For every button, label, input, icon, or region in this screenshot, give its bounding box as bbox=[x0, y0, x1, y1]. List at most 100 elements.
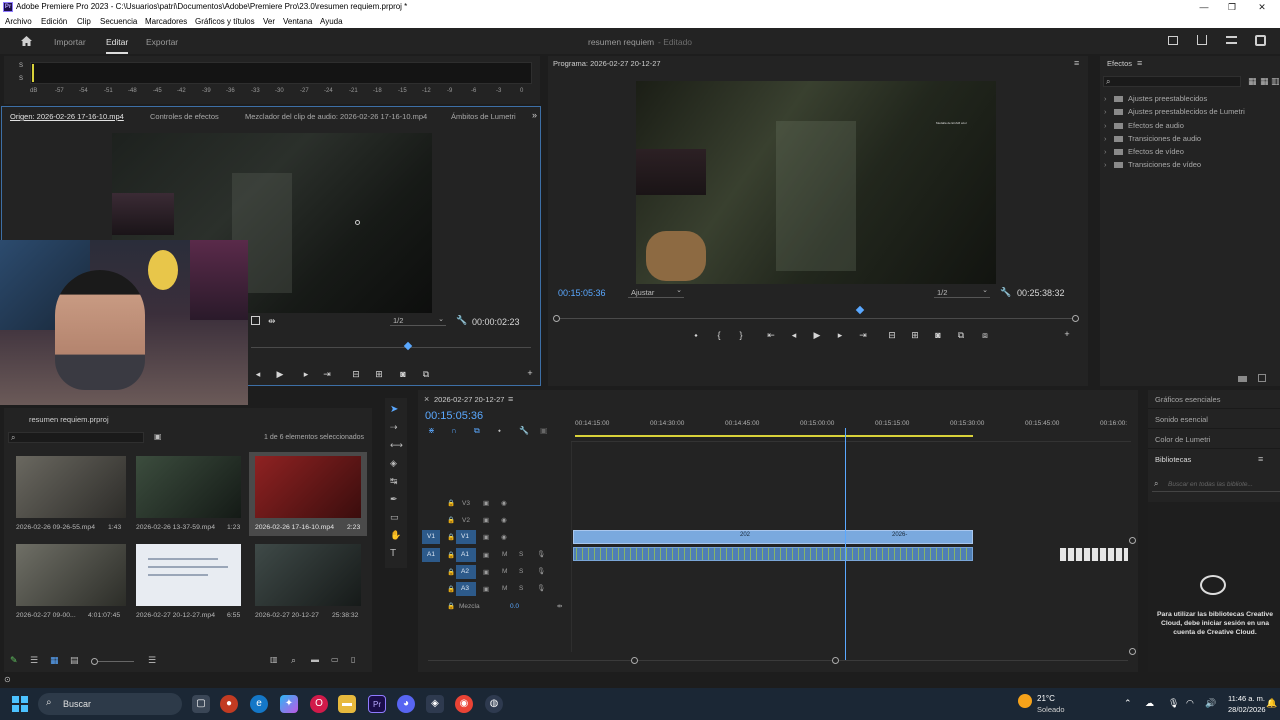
share-icon[interactable] bbox=[1197, 35, 1207, 45]
razor-tool-icon[interactable]: ◈ bbox=[390, 458, 397, 469]
linked-selection-icon[interactable]: ⧉ bbox=[474, 426, 480, 436]
vertical-scroll-handle[interactable] bbox=[1129, 648, 1136, 655]
tab-source[interactable]: Origen: 2026-02-26 17-16-10.mp4 bbox=[10, 112, 124, 121]
edge-icon[interactable]: e bbox=[250, 695, 268, 713]
menu-graficos[interactable]: Gráficos y títulos bbox=[195, 17, 255, 26]
source-playhead[interactable] bbox=[403, 341, 413, 351]
copilot-icon[interactable]: ✦ bbox=[280, 695, 298, 713]
menu-archivo[interactable]: Archivo bbox=[5, 17, 32, 26]
maximize-button[interactable]: ❐ bbox=[1218, 0, 1246, 15]
close-tab-icon[interactable]: × bbox=[424, 394, 429, 404]
panel-menu-icon[interactable]: ≡ bbox=[508, 394, 513, 404]
icon-view-icon[interactable]: ▦ bbox=[50, 655, 59, 666]
tab-effect-controls[interactable]: Controles de efectos bbox=[150, 112, 219, 121]
eye-icon[interactable]: ◉ bbox=[501, 516, 507, 524]
wifi-icon[interactable]: ◠ bbox=[1186, 698, 1194, 709]
mute-button[interactable]: M bbox=[502, 551, 507, 558]
zoom-handle-right[interactable] bbox=[832, 657, 839, 664]
tab-exportar[interactable]: Exportar bbox=[146, 37, 178, 47]
track-select-tool-icon[interactable]: ⇢ bbox=[390, 422, 398, 433]
sequence-tab[interactable]: 2026-02-27 20-12-27 bbox=[434, 395, 504, 404]
microphone-icon[interactable]: 🎙 bbox=[537, 584, 545, 592]
selection-tool-icon[interactable]: ➤ bbox=[390, 404, 398, 415]
add-button-icon[interactable]: + bbox=[523, 368, 537, 378]
menu-marcadores[interactable]: Marcadores bbox=[145, 17, 187, 26]
close-button[interactable]: ✕ bbox=[1248, 0, 1276, 15]
tab-lumetri-scopes[interactable]: Ámbitos de Lumetri bbox=[451, 112, 516, 121]
new-bin-icon[interactable]: ▦ bbox=[1248, 76, 1257, 87]
sync-lock-icon[interactable]: ▣ bbox=[483, 551, 489, 559]
effects-folder-presets[interactable]: › Ajustes preestablecidos bbox=[1104, 94, 1207, 103]
project-thumbnail-4[interactable] bbox=[16, 544, 126, 606]
mix-value[interactable]: 0.0 bbox=[510, 603, 519, 610]
menu-secuencia[interactable]: Secuencia bbox=[100, 17, 137, 26]
delete-icon[interactable]: ▥ bbox=[1271, 76, 1280, 87]
sync-lock-icon[interactable]: ▣ bbox=[483, 533, 489, 541]
playhead[interactable] bbox=[845, 428, 846, 660]
comparison-view-icon[interactable]: ⧉ bbox=[954, 330, 968, 341]
trash-icon[interactable]: ▯ bbox=[351, 655, 355, 664]
slip-tool-icon[interactable]: ↹ bbox=[390, 476, 398, 487]
track-target-a2[interactable]: A2 bbox=[456, 565, 476, 579]
chrome-canary-icon[interactable]: ● bbox=[220, 695, 238, 713]
sync-lock-icon[interactable]: ▣ bbox=[483, 516, 489, 524]
pencil-icon[interactable]: ✎ bbox=[10, 655, 18, 666]
panel-menu-icon[interactable]: ≡ bbox=[1258, 454, 1263, 464]
go-to-in-icon[interactable]: ⇤ bbox=[764, 330, 778, 341]
weather-sun-icon[interactable] bbox=[1018, 694, 1032, 708]
new-bin-icon[interactable]: ▬ bbox=[311, 655, 319, 664]
source-in-out-icon[interactable]: ⇹ bbox=[268, 316, 276, 327]
export-frame-icon[interactable]: ◙ bbox=[931, 330, 945, 340]
panel-libraries[interactable]: Bibliotecas ≡ bbox=[1148, 450, 1280, 469]
effects-folder-video-effects[interactable]: › Efectos de vídeo bbox=[1104, 147, 1184, 156]
lock-icon[interactable]: 🔒 bbox=[447, 499, 455, 507]
project-thumbnail-1[interactable] bbox=[16, 456, 126, 518]
eye-icon[interactable]: ◉ bbox=[501, 499, 507, 507]
opera-icon[interactable]: O bbox=[310, 695, 328, 713]
tab-audio-clip-mixer[interactable]: Mezclador del clip de audio: 2026-02-26 … bbox=[245, 112, 427, 121]
sync-lock-icon[interactable]: ▣ bbox=[483, 585, 489, 593]
project-thumbnail-5[interactable] bbox=[136, 544, 241, 606]
lock-icon[interactable]: 🔒 bbox=[447, 602, 455, 610]
automate-icon[interactable]: ▥ bbox=[270, 655, 278, 664]
effects-search-input[interactable]: ⌕ bbox=[1103, 76, 1241, 87]
weather-temp[interactable]: 21°C bbox=[1037, 694, 1055, 703]
timeline-zoom-bar[interactable] bbox=[428, 660, 1128, 661]
solo-button[interactable]: S bbox=[519, 568, 523, 575]
mark-in-icon[interactable]: { bbox=[712, 330, 726, 340]
export-frame-icon[interactable]: ◙ bbox=[396, 369, 410, 379]
lock-icon[interactable]: 🔒 bbox=[447, 516, 455, 524]
step-forward-icon[interactable]: ▸ bbox=[299, 369, 313, 380]
timeline-settings-icon[interactable]: 🔧 bbox=[519, 426, 529, 435]
tracks-area[interactable]: 202 2026- bbox=[571, 442, 1131, 652]
source-patch-v1[interactable]: V1 bbox=[422, 530, 440, 544]
task-view-icon[interactable]: ▢ bbox=[192, 695, 210, 713]
microphone-tray-icon[interactable]: 🎙 bbox=[1168, 698, 1179, 709]
vr-view-icon[interactable]: ⧈ bbox=[978, 330, 992, 341]
eye-icon[interactable]: ◉ bbox=[501, 533, 507, 541]
list-view-icon[interactable]: ☰ bbox=[30, 655, 38, 666]
hand-tool-icon[interactable]: ✋ bbox=[390, 530, 401, 541]
lock-icon[interactable]: 🔒 bbox=[447, 533, 455, 541]
marker-icon[interactable] bbox=[251, 316, 260, 325]
nest-icon[interactable]: ⋇ bbox=[428, 426, 435, 435]
menu-clip[interactable]: Clip bbox=[77, 17, 91, 26]
microphone-icon[interactable]: 🎙 bbox=[537, 567, 545, 575]
mute-button[interactable]: M bbox=[502, 568, 507, 575]
microphone-icon[interactable]: 🎙 bbox=[537, 550, 545, 558]
effects-folder-audio-effects[interactable]: › Efectos de audio bbox=[1104, 121, 1184, 130]
lock-icon[interactable]: 🔒 bbox=[447, 551, 455, 559]
track-target-a3[interactable]: A3 bbox=[456, 582, 476, 596]
solo-button[interactable]: S bbox=[519, 585, 523, 592]
tray-chevron-icon[interactable]: ⌃ bbox=[1124, 698, 1132, 709]
add-marker-icon[interactable]: ⬩ bbox=[689, 330, 703, 341]
effects-folder-lumetri-presets[interactable]: › Ajustes preestablecidos de Lumetri bbox=[1104, 107, 1245, 116]
add-marker-icon[interactable]: ⬩ bbox=[498, 426, 501, 436]
snap-icon[interactable]: ∩ bbox=[451, 426, 457, 435]
minimize-button[interactable]: — bbox=[1190, 0, 1218, 15]
wrench-icon[interactable]: 🔧 bbox=[456, 315, 467, 326]
home-icon[interactable] bbox=[20, 35, 33, 47]
timeline-timecode[interactable]: 00:15:05:36 bbox=[425, 410, 483, 422]
app-icon[interactable]: ◈ bbox=[426, 695, 444, 713]
audio-clip-a1[interactable] bbox=[573, 547, 973, 561]
